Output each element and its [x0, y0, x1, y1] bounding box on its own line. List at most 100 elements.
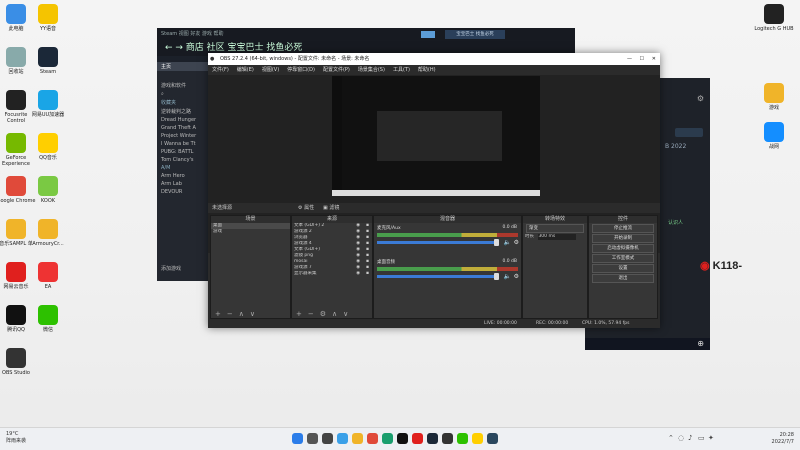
- menu-item[interactable]: 编辑(E): [237, 65, 254, 75]
- desktop-icon[interactable]: 微信: [28, 305, 68, 333]
- steam-user-badge[interactable]: 宝宝巴士 找鱼必死: [445, 30, 505, 39]
- gear-icon[interactable]: ⚙: [514, 273, 519, 280]
- sources-header: 来源: [292, 216, 372, 223]
- eye-icon[interactable]: ◉: [356, 271, 360, 277]
- desktop-icon[interactable]: ArmouryCr...: [28, 219, 68, 247]
- folder-icon: [38, 219, 58, 239]
- duration-field[interactable]: 300 ms: [538, 234, 577, 240]
- move-down-icon[interactable]: ∨: [250, 310, 255, 318]
- studio-mode-button[interactable]: 工作室模式: [592, 254, 654, 263]
- desktop-icon[interactable]: OBS Studio: [0, 348, 36, 376]
- desktop-icon-label: Logitech G HUB: [754, 26, 794, 32]
- volume-meter: [377, 267, 518, 271]
- add-chat-icon[interactable]: ⊕: [697, 339, 704, 348]
- qq-icon[interactable]: [397, 433, 408, 444]
- desktop-icon[interactable]: QQ音乐: [28, 133, 68, 161]
- chevron-up-icon[interactable]: ⌃: [668, 434, 674, 442]
- clock[interactable]: 20:28 2022/7/7: [772, 432, 794, 446]
- desktop-icon[interactable]: EA: [28, 262, 68, 290]
- transition-select[interactable]: 渐变: [526, 224, 584, 233]
- add-icon[interactable]: +: [215, 310, 221, 318]
- desktop-icon[interactable]: KOOK: [28, 176, 68, 204]
- exit-button[interactable]: 退出: [592, 274, 654, 283]
- menu-item[interactable]: 停靠窗口(D): [287, 65, 315, 75]
- remove-icon[interactable]: −: [308, 310, 314, 318]
- netease-music-icon[interactable]: [412, 433, 423, 444]
- wechat-icon[interactable]: [457, 433, 468, 444]
- maximize-icon[interactable]: ☐: [640, 53, 644, 65]
- move-up-icon[interactable]: ∧: [239, 310, 244, 318]
- battery-icon[interactable]: ▭: [698, 434, 705, 442]
- desktop-icon[interactable]: YY语音: [28, 4, 68, 32]
- obs-preview-canvas[interactable]: [332, 76, 540, 196]
- file-explorer-icon[interactable]: [352, 433, 363, 444]
- clock-date: 2022/7/7: [771, 439, 794, 445]
- volume-slider[interactable]: [377, 239, 499, 246]
- lock-icon[interactable]: ▪: [366, 271, 369, 277]
- remove-icon[interactable]: −: [227, 310, 233, 318]
- scene-item[interactable]: 游戏: [211, 229, 290, 235]
- menu-item[interactable]: 帮助(H): [418, 65, 436, 75]
- source-name: 文本 (GDI+): [294, 247, 320, 252]
- notification-icon[interactable]: ✦: [708, 434, 714, 442]
- widgets-icon[interactable]: [337, 433, 348, 444]
- steam-icon[interactable]: [487, 433, 498, 444]
- filters-button[interactable]: ▣ 滤镜: [323, 203, 339, 213]
- scenes-dock: 场景 桌面 游戏 + − ∧ ∨: [210, 215, 291, 319]
- chrome-icon[interactable]: [367, 433, 378, 444]
- search-icon[interactable]: [307, 433, 318, 444]
- desktop-icon[interactable]: Steam: [28, 47, 68, 75]
- move-up-icon[interactable]: ∧: [332, 310, 337, 318]
- move-down-icon[interactable]: ∨: [343, 310, 348, 318]
- volume-slider[interactable]: [377, 273, 499, 280]
- mixer-tracks: 麦克风/Aux 0.0 dB 🔈 ⚙ 桌面音频 0.0 dB 🔈 ⚙: [374, 223, 521, 291]
- steam-icon[interactable]: [427, 433, 438, 444]
- weather-widget[interactable]: 19°C 阵雨来袭: [6, 431, 26, 445]
- menu-item[interactable]: 工具(T): [393, 65, 410, 75]
- start-virtual-camera-button[interactable]: 启动虚拟摄像机: [592, 244, 654, 253]
- mixer-track: 桌面音频 0.0 dB 🔈 ⚙: [374, 257, 521, 291]
- clock-time: 20:28: [779, 432, 794, 438]
- gear-icon[interactable]: ⚙: [320, 310, 326, 318]
- steam-add-game-button[interactable]: 添加游戏: [157, 264, 185, 273]
- sources-dock: 来源 文本 (GDI+) 2 ◉ ▪ 游戏源 2 ◉ ▪ 浏览器 ◉ ▪ 游戏源 4 ◉ ▪ 文本 (G…: [291, 215, 373, 319]
- logitech-icon: [764, 4, 784, 24]
- friends-chat-bar[interactable]: ⊕: [585, 338, 710, 350]
- add-icon[interactable]: +: [296, 310, 302, 318]
- desktop-icon[interactable]: 游戏: [754, 83, 794, 111]
- task-view-icon[interactable]: [322, 433, 333, 444]
- gear-icon[interactable]: ⚙: [514, 239, 519, 246]
- desktop-icon[interactable]: 网易UU加速器: [28, 90, 68, 118]
- minimize-icon[interactable]: —: [627, 53, 632, 65]
- qq-music-icon[interactable]: [472, 433, 483, 444]
- properties-button[interactable]: ⚙ 属性: [298, 203, 314, 213]
- taskbar: 19°C 阵雨来袭 ⌃ ◌ ♪ ▭ ✦ 20:28 2022/7/7: [0, 427, 800, 450]
- volume-slider-handle[interactable]: [494, 239, 499, 246]
- volume-icon[interactable]: ♪: [688, 434, 692, 442]
- desktop-icon[interactable]: 战网: [754, 122, 794, 150]
- edge-icon[interactable]: [382, 433, 393, 444]
- gear-icon[interactable]: ⚙: [697, 94, 704, 103]
- friends-year-label: B 2022: [665, 143, 687, 150]
- menu-item[interactable]: 视图(V): [262, 65, 279, 75]
- menu-item[interactable]: 场景集合(S): [358, 65, 385, 75]
- speaker-icon[interactable]: 🔈: [504, 239, 511, 246]
- friends-badge[interactable]: [675, 128, 703, 137]
- close-icon[interactable]: ✕: [652, 53, 656, 65]
- steam-broadcast-button[interactable]: [421, 31, 435, 38]
- network-icon[interactable]: ◌: [678, 434, 684, 442]
- stop-streaming-button[interactable]: 停止推流: [592, 224, 654, 233]
- settings-button[interactable]: 设置: [592, 264, 654, 273]
- obs-window[interactable]: OBS 27.2.4 (64-bit, windows) - 配置文件: 未命名…: [208, 53, 660, 328]
- start-icon[interactable]: [292, 433, 303, 444]
- desktop-icon[interactable]: Logitech G HUB: [754, 4, 794, 32]
- mixer-track: 麦克风/Aux 0.0 dB 🔈 ⚙: [374, 223, 521, 257]
- speaker-icon[interactable]: 🔈: [504, 273, 511, 280]
- start-recording-button[interactable]: 开始录制: [592, 234, 654, 243]
- menu-item[interactable]: 配置文件(P): [323, 65, 350, 75]
- source-item[interactable]: 显示器采集 ◉ ▪: [292, 271, 372, 277]
- preview-desktop-strip: [332, 76, 342, 196]
- volume-slider-handle[interactable]: [494, 273, 499, 280]
- menu-item[interactable]: 文件(F): [212, 65, 229, 75]
- obs-icon[interactable]: [442, 433, 453, 444]
